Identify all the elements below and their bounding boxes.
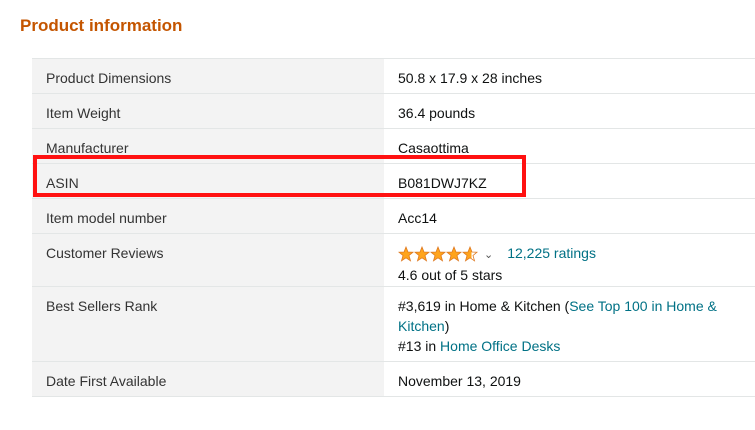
row-label: Product Dimensions — [32, 59, 384, 93]
star-icon — [398, 246, 478, 262]
table-row: Item model number Acc14 — [32, 199, 755, 234]
row-label: ASIN — [32, 164, 384, 198]
row-label: Item Weight — [32, 94, 384, 128]
table-row-asin: ASIN B081DWJ7KZ — [32, 164, 755, 199]
rating-text: 4.6 out of 5 stars — [398, 267, 503, 283]
row-label: Date First Available — [32, 362, 384, 396]
row-value: Acc14 — [398, 210, 437, 226]
table-row: Product Dimensions 50.8 x 17.9 x 28 inch… — [32, 59, 755, 94]
table-row: Item Weight 36.4 pounds — [32, 94, 755, 129]
row-label: Best Sellers Rank — [32, 287, 384, 361]
row-value: 36.4 pounds — [398, 105, 476, 121]
row-label: Manufacturer — [32, 129, 384, 163]
table-row: Date First Available November 13, 2019 — [32, 362, 755, 397]
star-rating[interactable] — [398, 246, 478, 262]
table-row-reviews: Customer Reviews ⌄ 12,225 ratings 4.6 ou… — [32, 234, 755, 287]
rank-text: ) — [444, 318, 450, 334]
row-value: November 13, 2019 — [398, 373, 521, 389]
table-row: Manufacturer Casaottima — [32, 129, 755, 164]
ratings-link[interactable]: 12,225 ratings — [507, 245, 596, 261]
chevron-down-icon[interactable]: ⌄ — [484, 249, 493, 261]
rank-text: #13 in — [398, 338, 441, 354]
row-value: 50.8 x 17.9 x 28 inches — [398, 70, 542, 86]
row-value: Casaottima — [398, 140, 469, 156]
asin-value: B081DWJ7KZ — [398, 175, 487, 191]
rank-text: #3,619 in Home & Kitchen ( — [398, 298, 570, 314]
row-label: Item model number — [32, 199, 384, 233]
product-info-table: Product Dimensions 50.8 x 17.9 x 28 inch… — [32, 58, 755, 397]
row-label: Customer Reviews — [32, 234, 384, 286]
category-link[interactable]: Home Office Desks — [440, 338, 560, 354]
section-title: Product information — [20, 16, 183, 35]
table-row-best-sellers: Best Sellers Rank #3,619 in Home & Kitch… — [32, 287, 755, 362]
